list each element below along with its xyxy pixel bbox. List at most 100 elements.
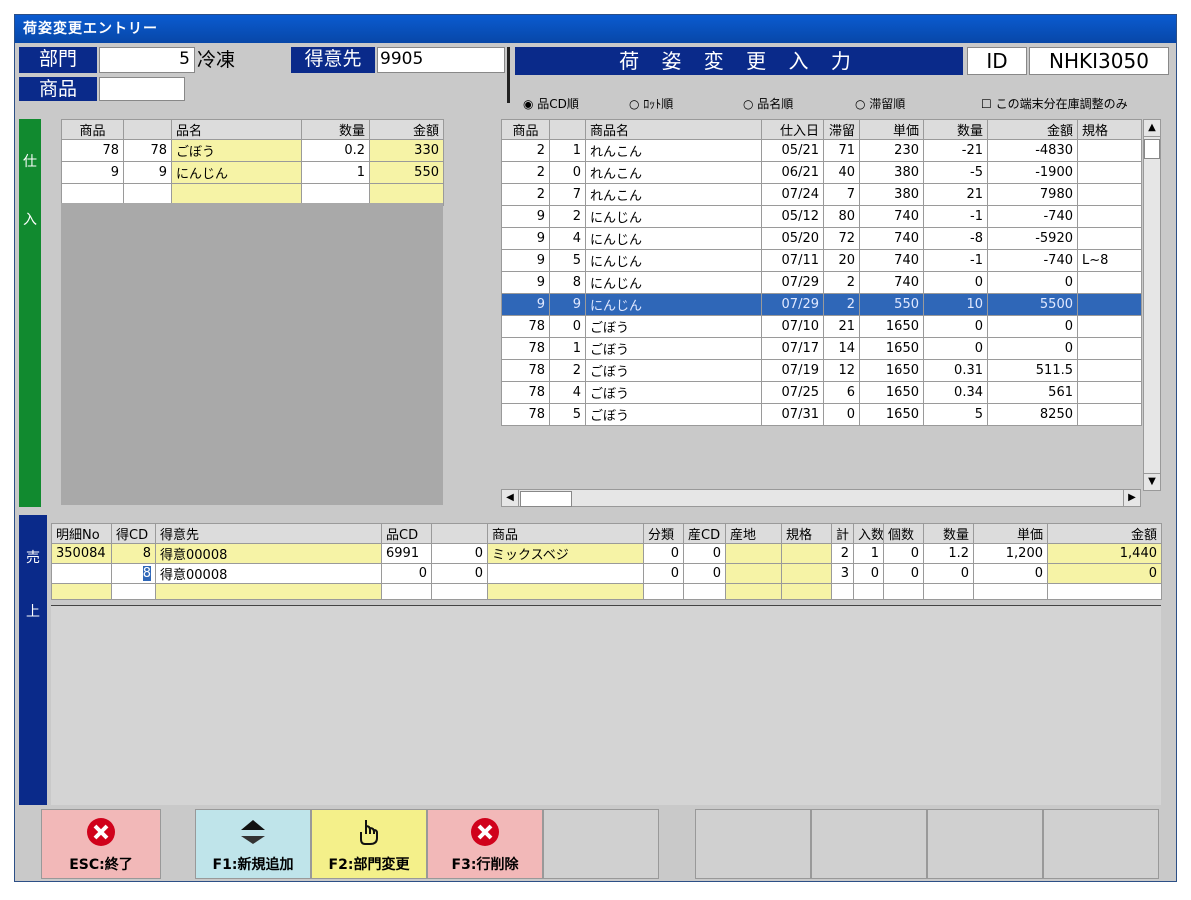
sales-cell[interactable]: ミックスベジ: [487, 543, 644, 564]
sales-cell[interactable]: [725, 543, 782, 564]
sales-cell[interactable]: 0: [431, 543, 488, 564]
purchase-cell[interactable]: 78: [123, 139, 172, 162]
sales-cell[interactable]: 得意00008: [155, 563, 382, 584]
sales-cell[interactable]: [111, 583, 156, 600]
sales-cell[interactable]: [487, 583, 644, 600]
stock-vertical-scrollbar[interactable]: ▲ ▼: [1143, 119, 1161, 491]
sales-cell[interactable]: [643, 583, 684, 600]
table-row[interactable]: 2 0 れんこん 06/21 40 380 -5 -1900: [501, 161, 1142, 184]
sales-cell[interactable]: 0: [1047, 563, 1162, 584]
sales-cell[interactable]: [683, 583, 726, 600]
sales-cell[interactable]: 0: [431, 563, 488, 584]
sales-cell[interactable]: 8: [111, 563, 156, 584]
table-row[interactable]: 350084 8 得意00008 6991 0 ミックスベジ 0 0 2 1 0…: [51, 543, 1162, 564]
sales-cell[interactable]: 0: [643, 543, 684, 564]
sales-cell[interactable]: 1,200: [973, 543, 1048, 564]
table-row[interactable]: 78 1 ごぼう 07/17 14 1650 0 0: [501, 337, 1142, 360]
sales-cell[interactable]: [883, 583, 924, 600]
sort-by-stay-radio[interactable]: ○ 滞留順: [855, 95, 945, 113]
purchase-cell[interactable]: 1: [301, 161, 370, 184]
sales-cell[interactable]: [51, 583, 112, 600]
sort-by-lot-radio[interactable]: ○ ﾛｯﾄ順: [629, 95, 719, 113]
sales-cell[interactable]: 1.2: [923, 543, 974, 564]
sales-cell[interactable]: [487, 563, 644, 584]
sales-cell[interactable]: 0: [381, 563, 432, 584]
purchase-cell[interactable]: 550: [369, 161, 444, 184]
sales-cell[interactable]: [853, 583, 884, 600]
f7-empty-button[interactable]: [927, 809, 1043, 879]
terminal-only-checkbox[interactable]: ☐ この端末分在庫調整のみ: [981, 95, 1171, 113]
sort-by-name-radio[interactable]: ○ 品名順: [743, 95, 833, 113]
purchase-cell[interactable]: 330: [369, 139, 444, 162]
sales-cell[interactable]: [781, 583, 832, 600]
sales-cell[interactable]: [781, 563, 832, 584]
customer-code-field[interactable]: 9905: [377, 47, 505, 73]
table-row[interactable]: 2 7 れんこん 07/24 7 380 21 7980: [501, 183, 1142, 206]
sales-cell[interactable]: 0: [683, 543, 726, 564]
sales-cell[interactable]: 6991: [381, 543, 432, 564]
scroll-left-icon[interactable]: ◀: [502, 490, 519, 506]
f1-new-button[interactable]: F1:新規追加: [195, 809, 311, 879]
sales-cell[interactable]: [155, 583, 382, 600]
table-row[interactable]: 9 5 にんじん 07/11 20 740 -1 -740 L~8: [501, 249, 1142, 272]
sales-cell[interactable]: 0: [973, 563, 1048, 584]
scroll-thumb[interactable]: [1144, 139, 1160, 159]
f3-delete-row-button[interactable]: F3:行削除: [427, 809, 543, 879]
f8-empty-button[interactable]: [1043, 809, 1159, 879]
h-scroll-thumb[interactable]: [520, 491, 572, 507]
f6-empty-button[interactable]: [811, 809, 927, 879]
table-row[interactable]: 78 5 ごぼう 07/31 0 1650 5 8250: [501, 403, 1142, 426]
table-row[interactable]: 78 2 ごぼう 07/19 12 1650 0.31 511.5: [501, 359, 1142, 382]
esc-exit-button[interactable]: ESC:終了: [41, 809, 161, 879]
table-row[interactable]: 78 78 ごぼう 0.2 330: [61, 139, 444, 162]
scroll-up-icon[interactable]: ▲: [1144, 120, 1160, 137]
sales-cell[interactable]: [725, 563, 782, 584]
sales-cell[interactable]: 0: [923, 563, 974, 584]
sales-cell[interactable]: 1: [853, 543, 884, 564]
sales-cell[interactable]: [1047, 583, 1162, 600]
stock-horizontal-scrollbar[interactable]: ◀ ▶: [501, 489, 1141, 507]
sales-cell[interactable]: 0: [643, 563, 684, 584]
sales-cell[interactable]: 0: [853, 563, 884, 584]
sales-cell[interactable]: 0: [883, 563, 924, 584]
table-row[interactable]: 78 0 ごぼう 07/10 21 1650 0 0: [501, 315, 1142, 338]
f5-empty-button[interactable]: [695, 809, 811, 879]
sales-cell[interactable]: 350084: [51, 543, 112, 564]
dept-code-field[interactable]: 5: [99, 47, 195, 73]
purchase-cell[interactable]: ごぼう: [171, 139, 302, 162]
sales-cell[interactable]: 8: [111, 543, 156, 564]
sales-cell[interactable]: 3: [831, 563, 854, 584]
sales-cust-cd-selected[interactable]: 8: [142, 566, 151, 581]
sales-cell[interactable]: [923, 583, 974, 600]
table-row[interactable]: 9 2 にんじん 05/12 80 740 -1 -740: [501, 205, 1142, 228]
scroll-right-icon[interactable]: ▶: [1123, 490, 1140, 506]
sales-cell[interactable]: [431, 583, 488, 600]
purchase-cell[interactable]: にんじん: [171, 161, 302, 184]
table-row[interactable]: 78 4 ごぼう 07/25 6 1650 0.34 561: [501, 381, 1142, 404]
sales-cell[interactable]: 2: [831, 543, 854, 564]
scroll-down-icon[interactable]: ▼: [1144, 473, 1160, 490]
purchase-cell[interactable]: 9: [123, 161, 172, 184]
table-row[interactable]: 9 4 にんじん 05/20 72 740 -8 -5920: [501, 227, 1142, 250]
table-row[interactable]: 2 1 れんこん 05/21 71 230 -21 -4830: [501, 139, 1142, 162]
sales-cell[interactable]: 0: [883, 543, 924, 564]
sales-cell[interactable]: [725, 583, 782, 600]
sales-cell[interactable]: 0: [683, 563, 726, 584]
table-row[interactable]: 8 得意00008 0 0 0 0 3 0 0 0 0 0: [51, 563, 1162, 584]
sales-cell[interactable]: [51, 563, 112, 584]
product-field[interactable]: [99, 77, 185, 101]
sales-cell[interactable]: [781, 543, 832, 564]
purchase-cell[interactable]: 78: [61, 139, 124, 162]
f4-empty-button[interactable]: [543, 809, 659, 879]
sales-cell[interactable]: 1,440: [1047, 543, 1162, 564]
table-row[interactable]: [51, 583, 1162, 600]
sales-cell[interactable]: [973, 583, 1048, 600]
f2-dept-change-button[interactable]: F2:部門変更: [311, 809, 427, 879]
sales-cell[interactable]: 得意00008: [155, 543, 382, 564]
purchase-cell[interactable]: 0.2: [301, 139, 370, 162]
table-row-selected[interactable]: 9 9 にんじん 07/29 2 550 10 5500: [501, 293, 1142, 316]
purchase-cell[interactable]: 9: [61, 161, 124, 184]
table-row[interactable]: 9 8 にんじん 07/29 2 740 0 0: [501, 271, 1142, 294]
sort-by-code-radio[interactable]: ◉ 品CD順: [523, 95, 613, 113]
sales-cell[interactable]: [831, 583, 854, 600]
